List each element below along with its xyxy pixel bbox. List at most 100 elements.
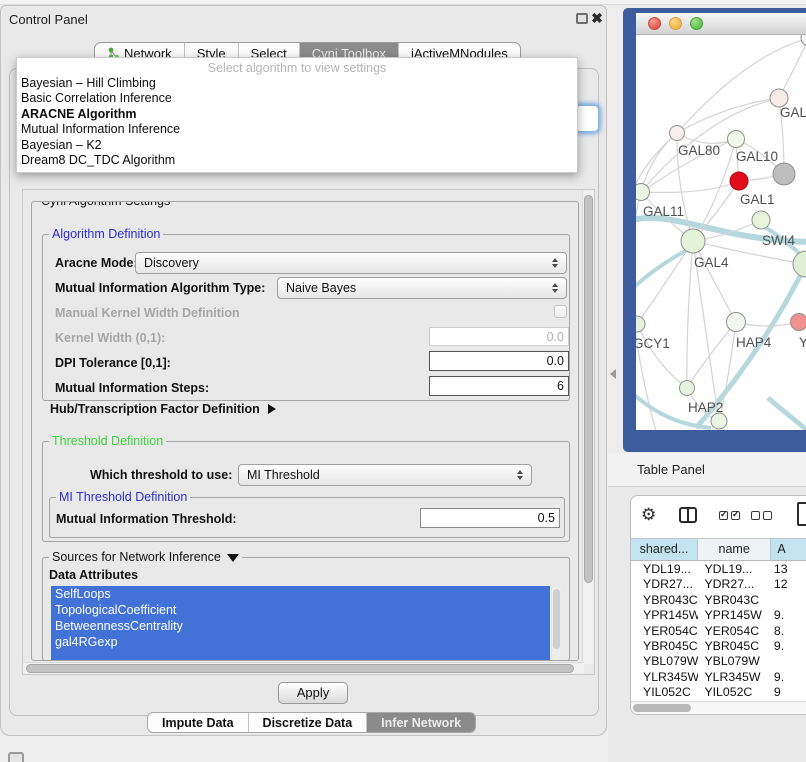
settings-horizontal-scrollbar[interactable] — [23, 662, 584, 674]
minimize-traffic-light-icon[interactable] — [669, 17, 682, 30]
dpi-tolerance-label: DPI Tolerance [0,1]: — [55, 356, 171, 370]
deselect-all-icon[interactable] — [751, 511, 772, 520]
node-salmon[interactable] — [791, 314, 806, 331]
hub-tf-label: Hub/Transcription Factor Definition — [50, 402, 260, 416]
aracne-mode-value: Discovery — [144, 256, 199, 270]
node-unlabeled-topright[interactable] — [801, 35, 806, 46]
cyni-algorithm-settings-title: Cyni Algorithm Settings — [38, 201, 173, 208]
node-unlabeled-right[interactable] — [793, 251, 806, 277]
node-label-gal1: GAL1 — [740, 192, 775, 207]
cyni-bottom-tabbar: Impute Data Discretize Data Infer Networ… — [147, 712, 476, 733]
float-window-icon[interactable] — [576, 13, 588, 24]
hub-tf-expander[interactable]: Hub/Transcription Factor Definition — [50, 402, 276, 416]
tab-infer-network[interactable]: Infer Network — [367, 713, 475, 732]
node-hap2[interactable] — [680, 381, 695, 396]
node-gal4[interactable] — [681, 229, 705, 253]
algorithm-combobox-fragment[interactable] — [575, 105, 599, 132]
attribute-list-scrollbar[interactable] — [552, 586, 561, 660]
node-unlabeled-bottom[interactable] — [711, 413, 727, 429]
sources-group: Sources for Network Inference Data Attri… — [42, 557, 570, 661]
node-label-gal10: GAL10 — [736, 149, 778, 164]
which-threshold-combobox[interactable]: MI Threshold — [238, 464, 532, 486]
node-gal80[interactable] — [670, 126, 685, 141]
node-gal11[interactable] — [636, 184, 650, 201]
table-row[interactable]: YBL079WYBL079W — [631, 654, 806, 669]
node-gcy1[interactable] — [636, 316, 645, 332]
table-row[interactable]: YDL19...YDL19...13 — [631, 562, 806, 577]
aracne-mode-combobox[interactable]: Discovery — [135, 252, 567, 274]
close-panel-icon[interactable]: ✖ — [589, 10, 605, 26]
mi-steps-input[interactable] — [429, 376, 569, 396]
column-header-shared-name[interactable]: shared... — [631, 539, 698, 560]
node-gal10[interactable] — [728, 131, 745, 148]
table-row[interactable]: YLR345WYLR345W9. — [631, 670, 806, 685]
mi-type-combobox[interactable]: Naive Bayes — [277, 277, 567, 299]
control-panel-titlebar: Control Panel ✖ — [1, 6, 606, 32]
column-header-partial[interactable]: A — [771, 539, 806, 560]
network-graph: GAL GAL80 GAL10 GAL1 GAL11 SWI4 GAL4 GCY… — [636, 35, 806, 430]
table-row[interactable]: YDR27...YDR27...12 — [631, 577, 806, 592]
node-gal1-red[interactable] — [730, 172, 748, 190]
list-item[interactable]: TopologicalCoefficient — [51, 602, 550, 618]
combo-arrows-icon — [552, 283, 558, 293]
which-threshold-label: Which threshold to use: — [90, 468, 232, 482]
scrollbar-thumb[interactable] — [584, 195, 593, 583]
kernel-width-input[interactable] — [429, 327, 569, 346]
scrollbar-thumb[interactable] — [633, 704, 691, 712]
apply-button[interactable]: Apply — [278, 682, 348, 704]
data-attributes-label: Data Attributes — [49, 568, 138, 582]
column-header-name[interactable]: name — [698, 539, 771, 560]
scrollbar-thumb[interactable] — [26, 664, 574, 673]
manual-kernel-checkbox[interactable] — [554, 305, 567, 318]
network-canvas[interactable]: GAL GAL80 GAL10 GAL1 GAL11 SWI4 GAL4 GCY… — [636, 35, 806, 430]
algorithm-option[interactable]: Basic Correlation Inference — [17, 91, 577, 106]
settings-gear-icon[interactable]: ⚙ — [641, 505, 656, 525]
dpi-tolerance-input[interactable] — [429, 351, 569, 371]
function-builder-icon[interactable] — [797, 502, 806, 526]
algorithm-option-selected[interactable]: ARACNE Algorithm — [17, 107, 577, 122]
node-swi4[interactable] — [752, 211, 770, 229]
list-item[interactable]: SelfLoops — [51, 586, 550, 602]
control-panel-title: Control Panel — [9, 12, 88, 27]
mi-threshold-group-title: MI Threshold Definition — [56, 490, 190, 504]
list-item[interactable]: BetweennessCentrality — [51, 618, 550, 634]
table-panel-header: Table Panel — [608, 453, 806, 487]
node-label-swi4: SWI4 — [762, 233, 795, 248]
bottom-left-grip[interactable] — [8, 752, 24, 762]
select-all-icon[interactable] — [719, 511, 740, 520]
tab-discretize-data[interactable]: Discretize Data — [249, 713, 368, 732]
node-label-gal80: GAL80 — [678, 143, 720, 158]
node-label-gal4: GAL4 — [694, 255, 729, 270]
node-label-y-partial: Y — [799, 335, 806, 350]
node-gray[interactable] — [773, 163, 795, 185]
which-threshold-value: MI Threshold — [247, 468, 320, 482]
column-layout-icon[interactable] — [679, 507, 697, 523]
table-horizontal-scrollbar[interactable] — [631, 701, 806, 714]
table-row[interactable]: YBR045CYBR045C9. — [631, 639, 806, 654]
mi-threshold-input[interactable] — [420, 508, 560, 528]
zoom-traffic-light-icon[interactable] — [690, 17, 703, 30]
list-item-partial[interactable] — [51, 650, 550, 660]
algorithm-option[interactable]: Mutual Information Inference — [17, 122, 577, 137]
network-view-window[interactable]: GAL GAL80 GAL10 GAL1 GAL11 SWI4 GAL4 GCY… — [623, 8, 806, 452]
algorithm-option[interactable]: Bayesian – Hill Climbing — [17, 76, 577, 91]
network-window-titlebar[interactable] — [636, 13, 806, 35]
table-row[interactable]: YIL052CYIL052C9 — [631, 685, 806, 700]
list-item[interactable]: gal4RGexp — [51, 634, 550, 650]
manual-kernel-label: Manual Kernel Width Definition — [55, 306, 240, 320]
table-rows: YDL19...YDL19...13 YDR27...YDR27...12 YB… — [631, 562, 806, 701]
algorithm-option[interactable]: Dream8 DC_TDC Algorithm — [17, 153, 577, 168]
node-hap4[interactable] — [727, 313, 746, 332]
tab-impute-data[interactable]: Impute Data — [148, 713, 249, 732]
data-attributes-list: SelfLoops TopologicalCoefficient Between… — [51, 586, 550, 660]
panel-divider-collapse-icon[interactable] — [610, 369, 616, 379]
expander-right-arrow-icon — [268, 404, 276, 414]
expander-down-arrow-icon[interactable] — [227, 554, 239, 562]
table-row[interactable]: YER054CYER054C8. — [631, 624, 806, 639]
cyni-algorithm-settings-group: Cyni Algorithm Settings Algorithm Defini… — [31, 201, 579, 661]
table-row[interactable]: YBR043CYBR043C — [631, 593, 806, 608]
algorithm-option[interactable]: Bayesian – K2 — [17, 138, 577, 153]
table-row[interactable]: YPR145WYPR145W9. — [631, 608, 806, 623]
settings-vertical-scrollbar[interactable] — [582, 190, 594, 664]
close-traffic-light-icon[interactable] — [648, 17, 661, 30]
